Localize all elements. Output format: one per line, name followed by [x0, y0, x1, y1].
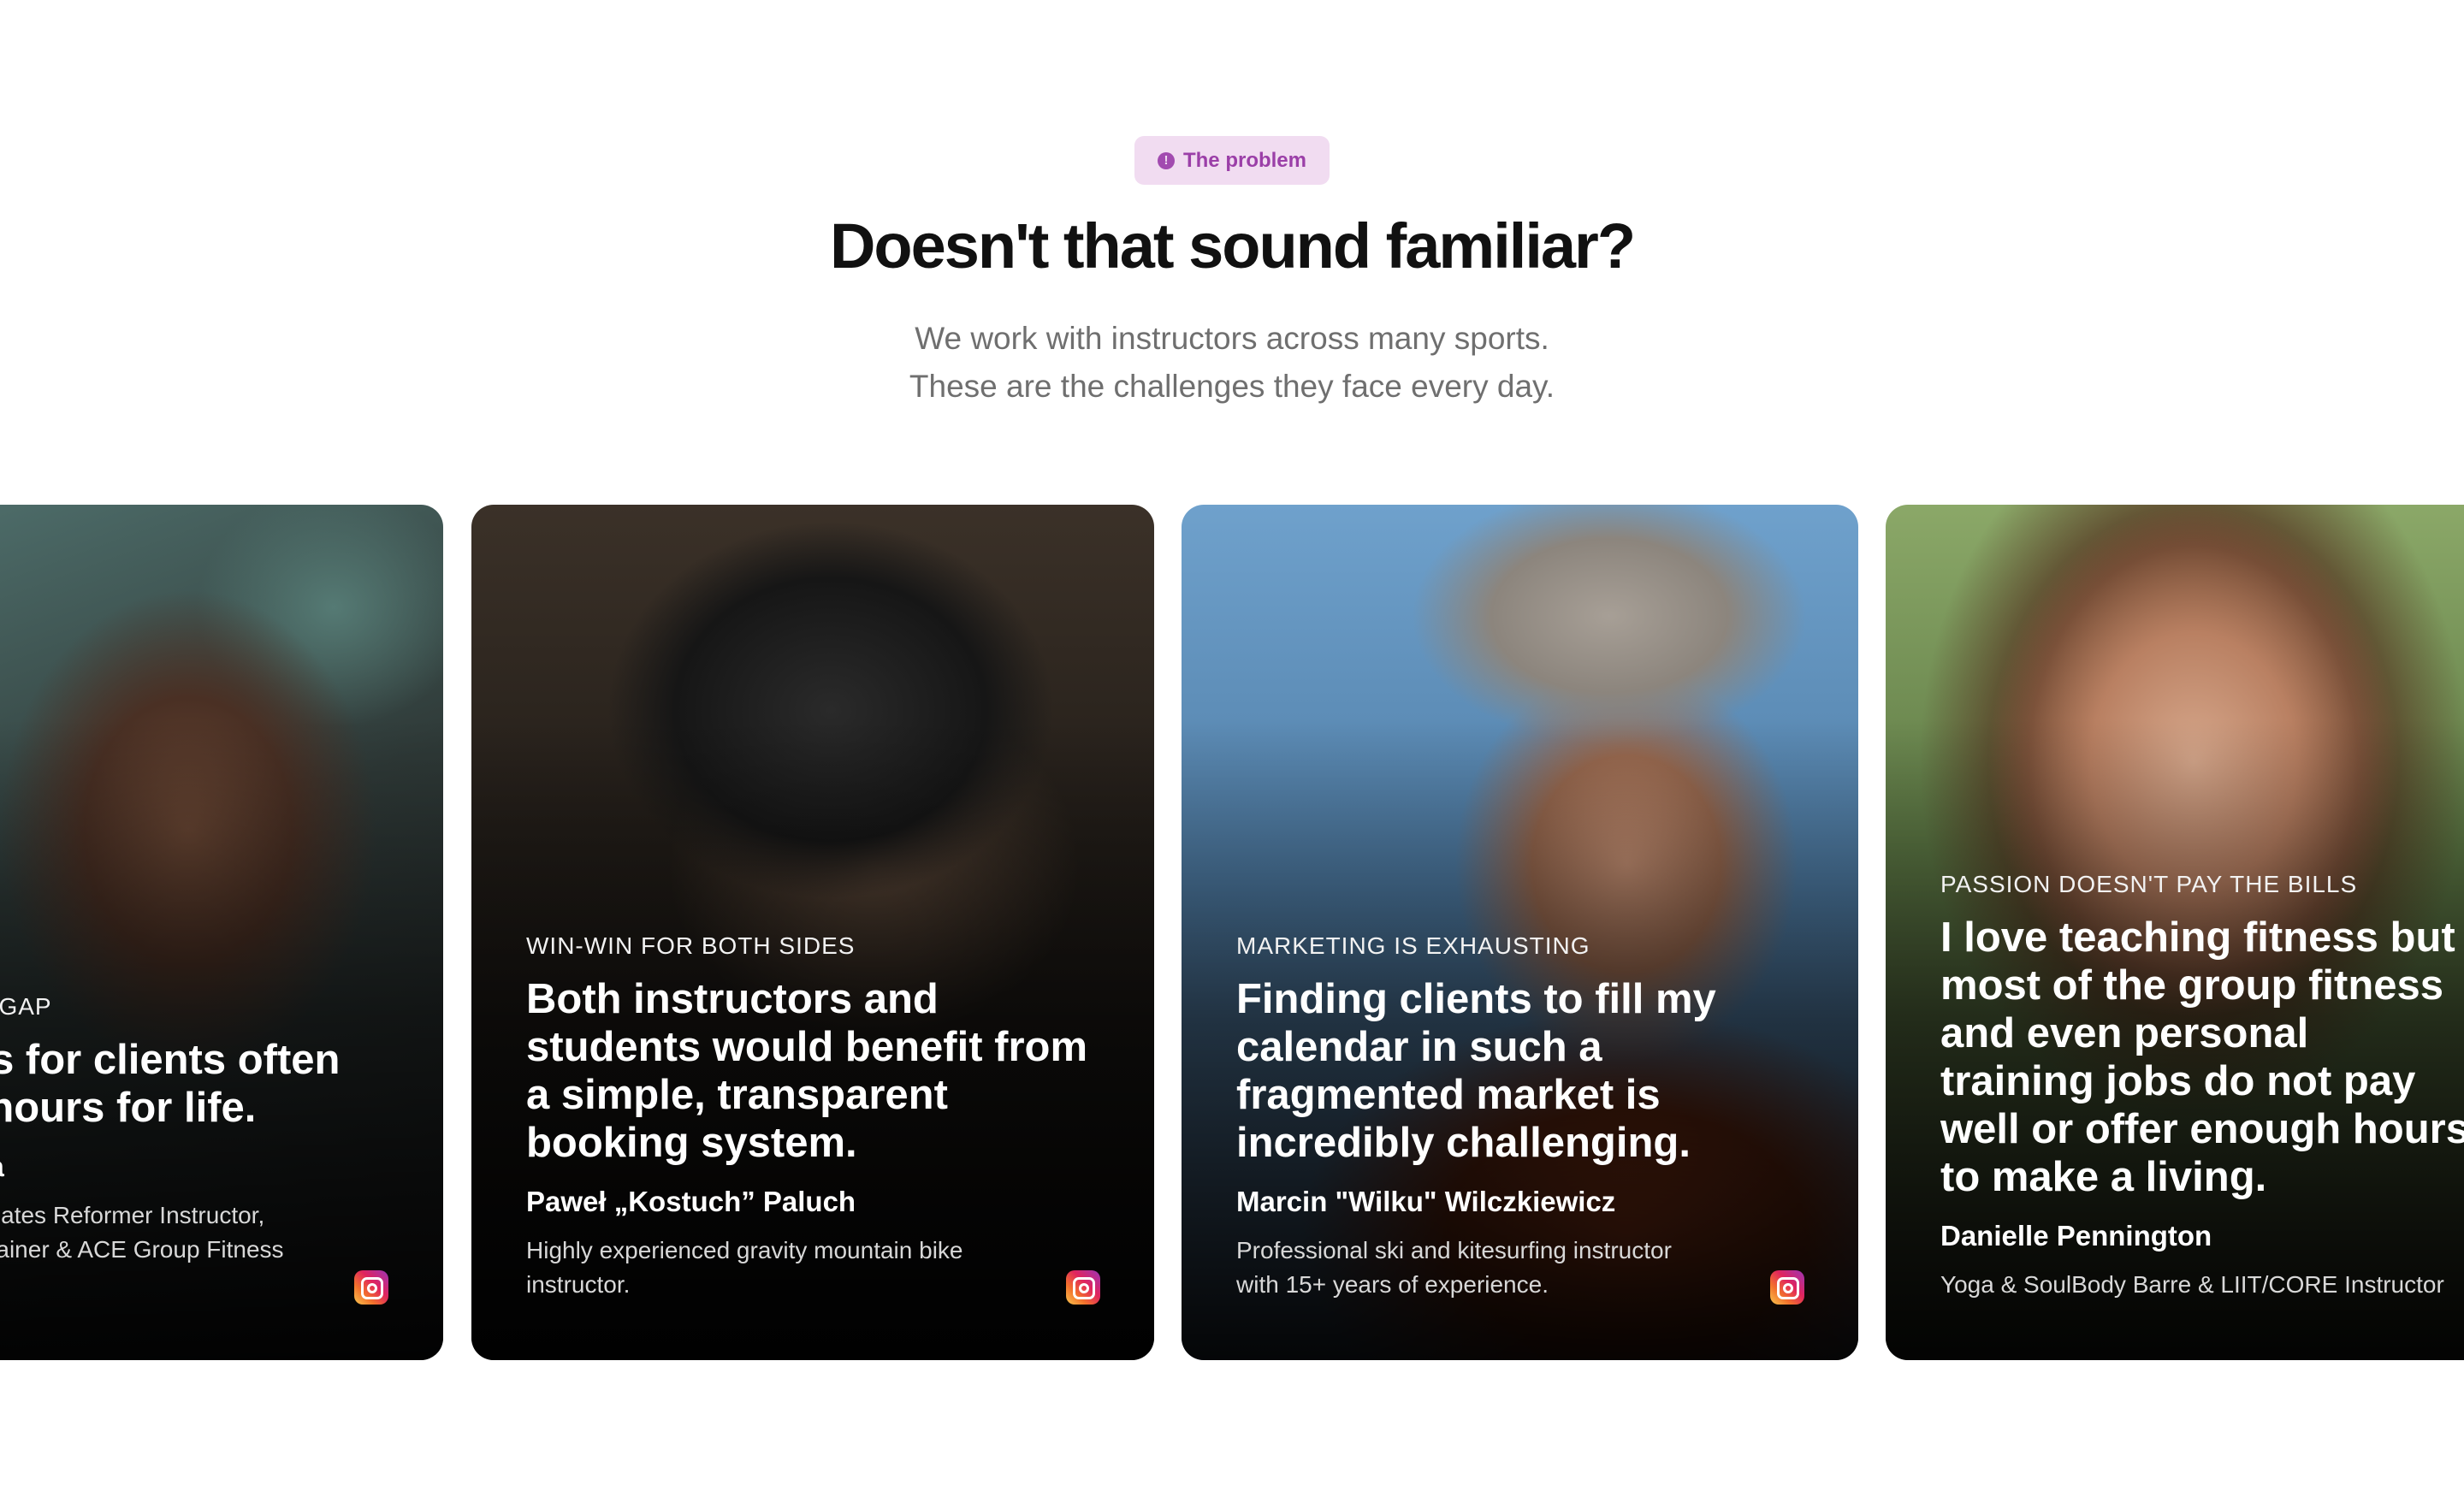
card-role: Yoga & SoulBody Barre & LIIT/CORE Instru…	[1940, 1271, 2444, 1298]
info-icon: !	[1157, 151, 1175, 169]
section-title: Doesn't that sound familiar?	[829, 210, 1636, 281]
instagram-icon[interactable]	[1770, 1270, 1804, 1305]
instagram-icon[interactable]	[1066, 1270, 1100, 1305]
problem-badge: ! The problem	[1134, 136, 1330, 185]
badge-label: The problem	[1182, 148, 1306, 172]
card-role: Highly experienced gravity mountain bike…	[526, 1237, 963, 1298]
testimonial-card-2[interactable]: WIN-WIN FOR BOTH SIDES Both instructors …	[471, 505, 1154, 1360]
testimonial-card-3[interactable]: MARKETING IS EXHAUSTING Finding clients …	[1182, 505, 1858, 1360]
card-quote: Both instructors and students would bene…	[526, 976, 1088, 1166]
card-person-name: za	[0, 1151, 409, 1183]
card-eyebrow: PASSION DOESN'T PAY THE BILLS	[1940, 871, 2358, 897]
card-quote: rs for clients often -hours for life.	[0, 1037, 341, 1131]
section-subtitle: We work with instructors across many spo…	[0, 315, 2464, 411]
instagram-icon[interactable]	[354, 1270, 388, 1305]
card-eyebrow: MARKETING IS EXHAUSTING	[1236, 932, 1590, 959]
card-person-name: Danielle Pennington	[1940, 1220, 2212, 1251]
subtitle-line-2: These are the challenges they face every…	[909, 369, 1555, 404]
testimonial-card-1[interactable]: E GAP rs for clients often -hours for li…	[0, 505, 443, 1360]
subtitle-line-1: We work with instructors across many spo…	[915, 321, 1549, 356]
card-person-name: Marcin "Wilku" Wilczkiewicz	[1236, 1186, 1616, 1217]
card-eyebrow: WIN-WIN FOR BOTH SIDES	[526, 932, 856, 959]
problem-section: ! The problem Doesn't that sound familia…	[0, 0, 2464, 1497]
card-role: Professional ski and kitesurfing instruc…	[1236, 1237, 1672, 1298]
card-role: Pilates Reformer Instructor, Trainer & A…	[0, 1202, 284, 1263]
card-quote: I love teaching fitness but most of the …	[1940, 914, 2464, 1200]
card-person-name: Paweł „Kostuch” Paluch	[526, 1186, 856, 1217]
testimonial-card-4[interactable]: PASSION DOESN'T PAY THE BILLS I love tea…	[1886, 505, 2464, 1360]
card-eyebrow: E GAP	[0, 993, 52, 1020]
card-quote: Finding clients to fill my calendar in s…	[1236, 976, 1716, 1166]
